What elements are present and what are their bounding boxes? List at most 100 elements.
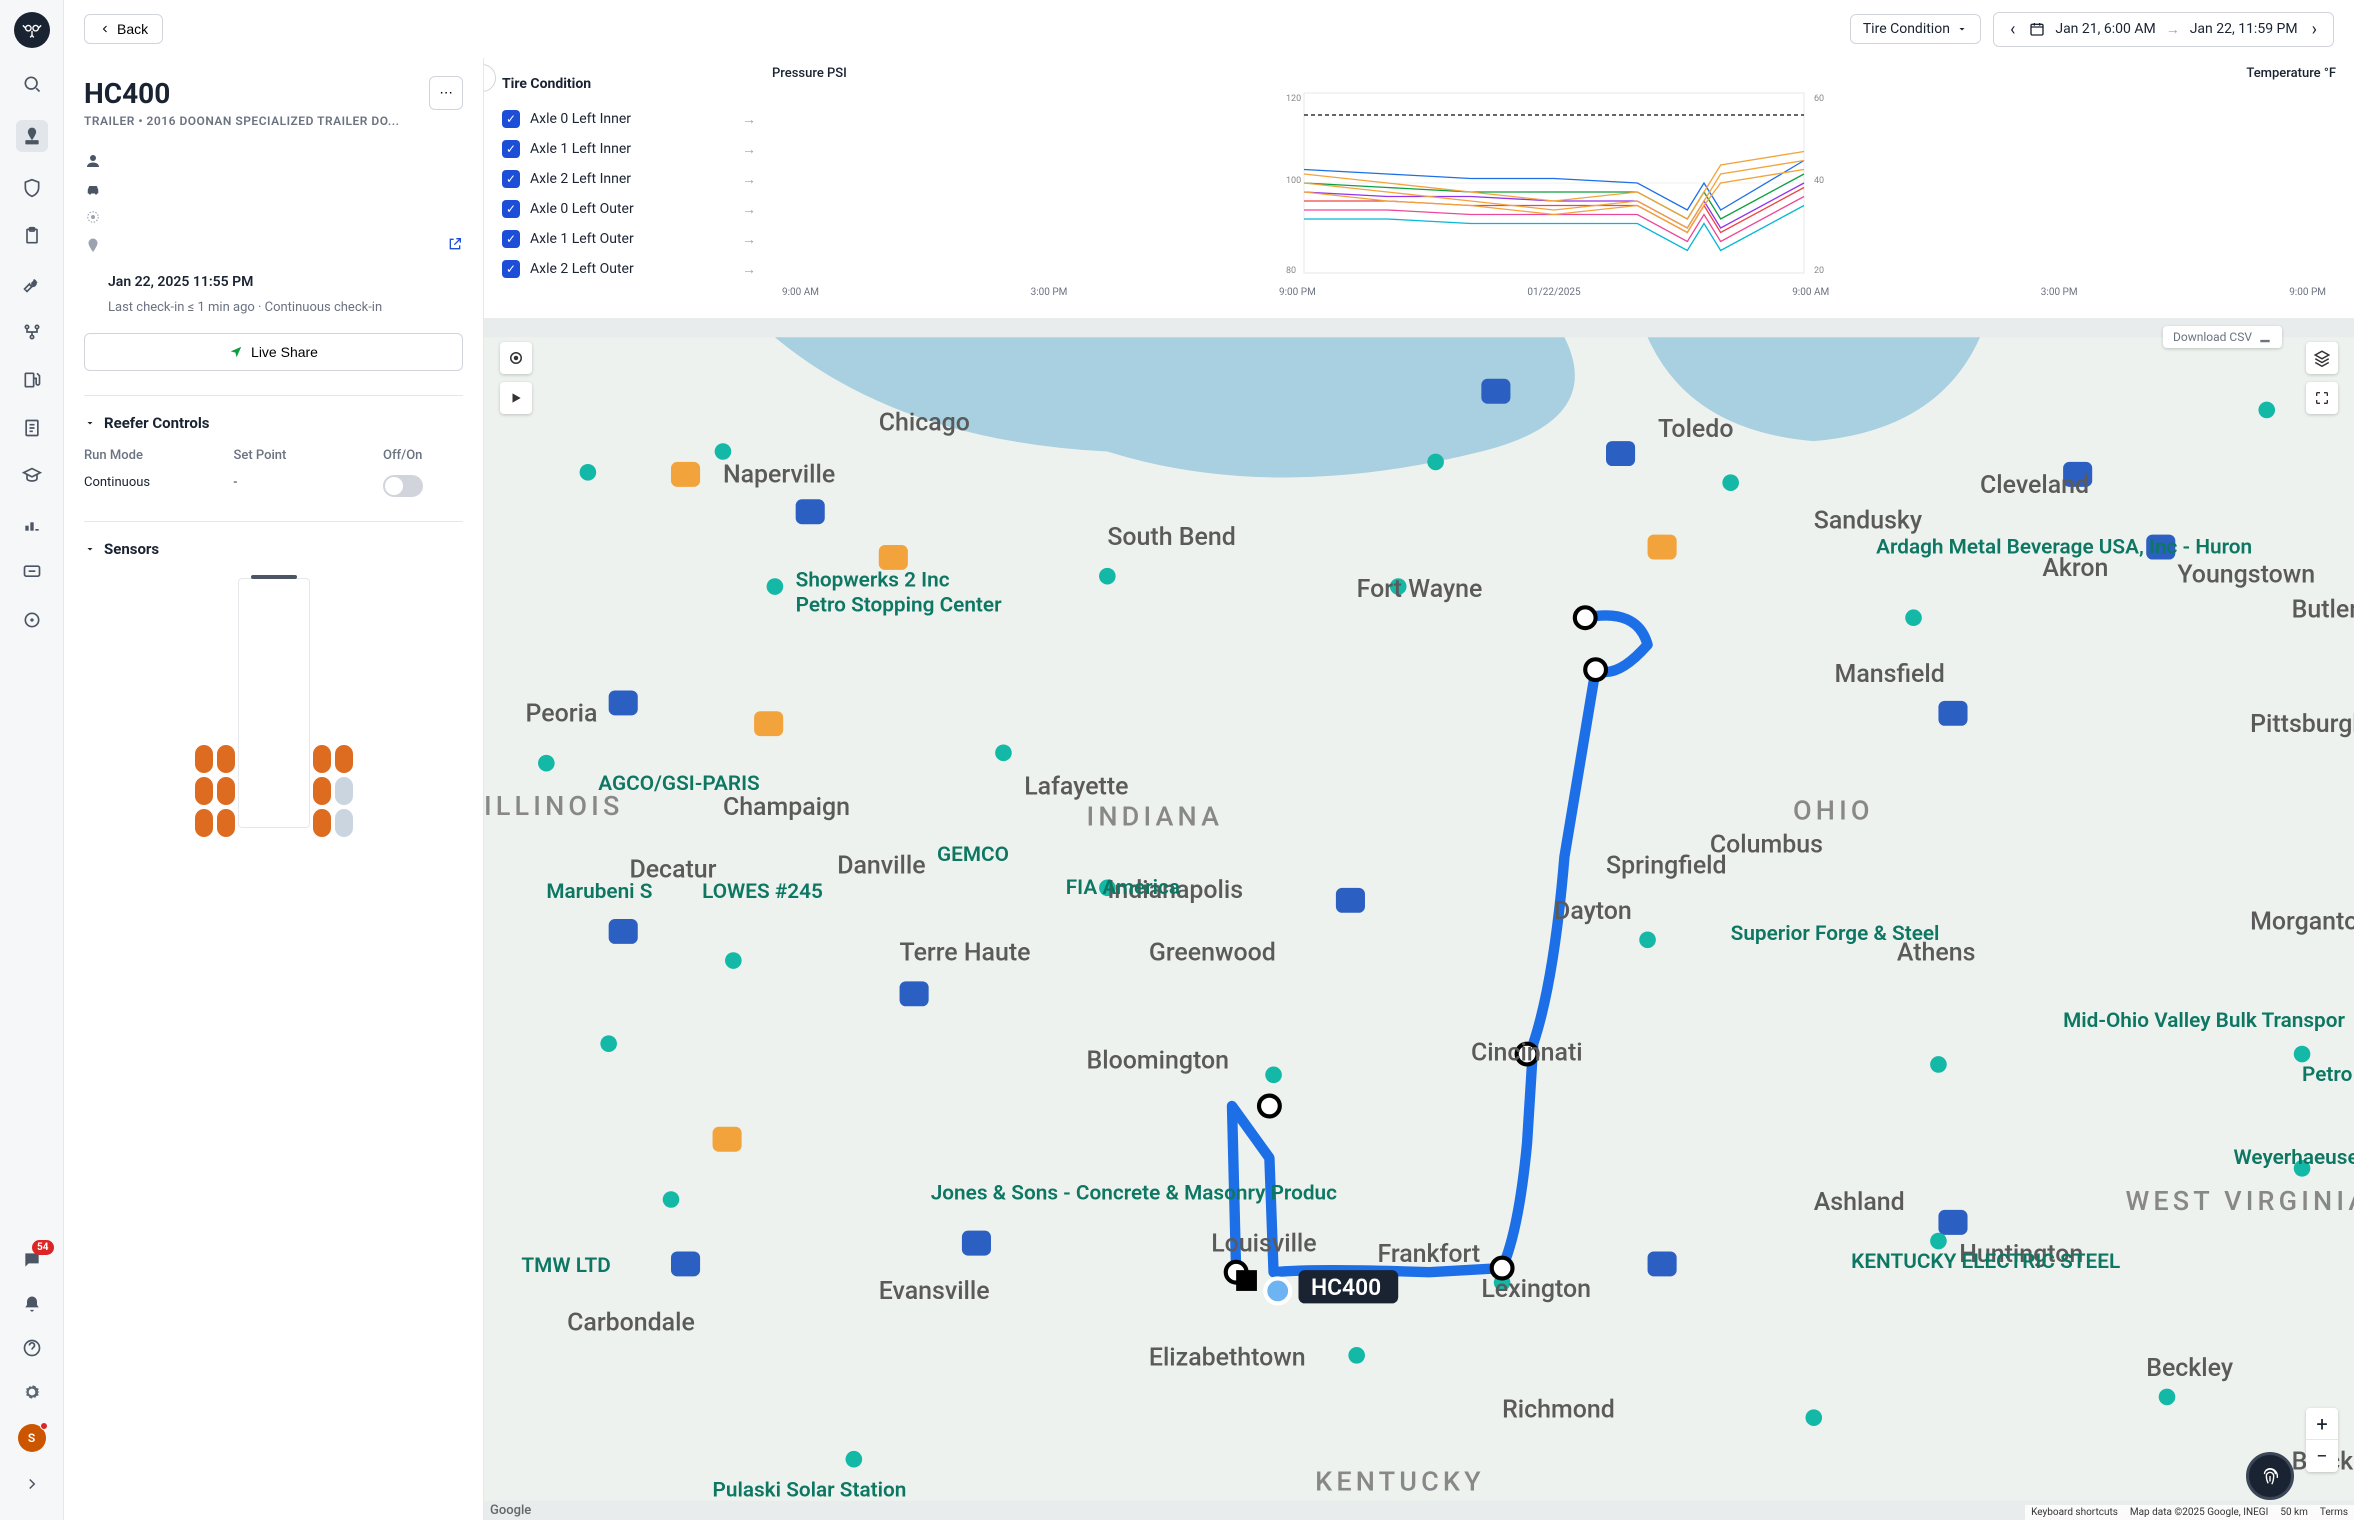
- svg-text:60: 60: [1814, 94, 1824, 104]
- map-shortcuts-link[interactable]: Keyboard shortcuts: [2031, 1507, 2118, 1518]
- sensors-section-header[interactable]: Sensors: [84, 540, 463, 558]
- checkbox-icon[interactable]: ✓: [502, 260, 520, 278]
- chevron-right-icon[interactable]: →: [742, 171, 756, 188]
- checkbox-icon[interactable]: ✓: [502, 110, 520, 128]
- location-row: [84, 236, 463, 256]
- map-layers-button[interactable]: [2306, 342, 2338, 374]
- svg-text:WEST VIRGINIA: WEST VIRGINIA: [2125, 1185, 2354, 1217]
- svg-text:Champaign: Champaign: [723, 793, 850, 822]
- svg-text:GEMCO: GEMCO: [937, 843, 1009, 867]
- map[interactable]: Download CSV + −: [484, 318, 2354, 1520]
- route-icon[interactable]: [20, 320, 44, 344]
- collapse-panel-button[interactable]: ‹: [484, 64, 496, 92]
- map-fingerprint-button[interactable]: [2246, 1452, 2294, 1500]
- svg-text:80: 80: [1286, 266, 1296, 276]
- svg-text:Toledo: Toledo: [1658, 415, 1734, 444]
- svg-text:Dayton: Dayton: [1554, 897, 1632, 926]
- google-logo: Google: [490, 1503, 531, 1518]
- svg-text:Bloomington: Bloomington: [1087, 1047, 1229, 1076]
- date-next-button[interactable]: ›: [2308, 19, 2321, 40]
- chevron-right-icon[interactable]: →: [742, 141, 756, 158]
- checkbox-icon[interactable]: ✓: [502, 140, 520, 158]
- svg-text:Youngstown: Youngstown: [2177, 560, 2315, 589]
- tire-item-label: Axle 0 Left Inner: [530, 111, 631, 127]
- reefer-section-header[interactable]: Reefer Controls: [84, 414, 463, 432]
- svg-text:Frankfort: Frankfort: [1377, 1240, 1480, 1269]
- user-avatar[interactable]: S: [18, 1424, 46, 1452]
- svg-text:AGCO/GSI-PARIS: AGCO/GSI-PARIS: [598, 772, 759, 796]
- overlay-dropdown[interactable]: Tire Condition: [1850, 14, 1981, 44]
- gps-row: [84, 208, 463, 226]
- clipboard-icon[interactable]: [20, 224, 44, 248]
- target-icon[interactable]: [20, 608, 44, 632]
- map-fullscreen-button[interactable]: [2306, 382, 2338, 414]
- checkbox-icon[interactable]: ✓: [502, 200, 520, 218]
- svg-text:Beckley: Beckley: [2146, 1354, 2234, 1383]
- open-external-icon[interactable]: [447, 236, 463, 256]
- help-icon[interactable]: [20, 1336, 44, 1360]
- svg-text:Petro Stopping Center: Petro Stopping Center: [796, 593, 1002, 617]
- tire-item-label: Axle 1 Left Inner: [530, 141, 631, 157]
- chart-svg[interactable]: 120 100 80 60 40 20: [772, 83, 2336, 283]
- map-nav-icon[interactable]: [16, 120, 48, 152]
- map-zoom-out-button[interactable]: −: [2306, 1440, 2338, 1472]
- reefer-offon-label: Off/On: [383, 448, 463, 463]
- asset-detail-panel: HC400 ⋯ TRAILER • 2016 DOONAN SPECIALIZE…: [64, 58, 484, 1520]
- svg-text:Sandusky: Sandusky: [1814, 506, 1923, 535]
- map-play-button[interactable]: [500, 382, 532, 414]
- chevron-right-icon[interactable]: →: [742, 231, 756, 248]
- chevron-right-icon[interactable]: →: [742, 261, 756, 278]
- reefer-toggle[interactable]: [383, 475, 423, 497]
- tire-item[interactable]: ✓Axle 2 Left Inner→: [502, 164, 756, 194]
- gear-icon[interactable]: [20, 1380, 44, 1404]
- download-csv-button[interactable]: Download CSV: [2163, 326, 2282, 348]
- map-zoom-in-button[interactable]: +: [2306, 1408, 2338, 1440]
- svg-text:Elizabethtown: Elizabethtown: [1149, 1344, 1306, 1373]
- svg-text:Carbondale: Carbondale: [567, 1308, 695, 1337]
- tire-item[interactable]: ✓Axle 1 Left Outer→: [502, 224, 756, 254]
- svg-text:Columbus: Columbus: [1710, 831, 1823, 860]
- svg-text:Marubeni S: Marubeni S: [546, 880, 652, 904]
- training-icon[interactable]: [20, 464, 44, 488]
- tire-item[interactable]: ✓ Axle 0 Left Inner →: [502, 104, 756, 134]
- svg-text:TMW LTD: TMW LTD: [521, 1254, 610, 1278]
- search-icon[interactable]: [20, 72, 44, 96]
- more-menu-button[interactable]: ⋯: [429, 76, 463, 110]
- shield-icon[interactable]: [20, 176, 44, 200]
- tire-item[interactable]: ✓ Axle 1 Left Inner →: [502, 134, 756, 164]
- svg-text:Pulaski Solar Station: Pulaski Solar Station: [713, 1479, 907, 1503]
- fuel-icon[interactable]: [20, 368, 44, 392]
- message-icon[interactable]: [20, 560, 44, 584]
- asset-title: HC400: [84, 77, 170, 110]
- chevron-right-icon[interactable]: →: [742, 201, 756, 218]
- map-recenter-button[interactable]: [500, 342, 532, 374]
- tire-item[interactable]: ✓Axle 2 Left Outer→: [502, 254, 756, 284]
- checkbox-icon[interactable]: ✓: [502, 170, 520, 188]
- chevron-right-icon[interactable]: →: [742, 111, 756, 128]
- chat-icon[interactable]: 54: [20, 1248, 44, 1272]
- wrench-icon[interactable]: [20, 272, 44, 296]
- vehicle-row: [84, 180, 463, 198]
- bell-icon[interactable]: [20, 1292, 44, 1316]
- date-end: Jan 22, 11:59 PM: [2190, 21, 2298, 37]
- svg-text:Petro: Petro: [2302, 1063, 2353, 1087]
- reports-icon[interactable]: [20, 512, 44, 536]
- svg-text:Evansville: Evansville: [879, 1277, 990, 1306]
- live-share-button[interactable]: Live Share: [84, 333, 463, 371]
- svg-text:20: 20: [1814, 266, 1824, 276]
- app-logo[interactable]: [14, 12, 50, 48]
- tire-panel-title: Tire Condition: [502, 76, 756, 92]
- checkbox-icon[interactable]: ✓: [502, 230, 520, 248]
- tire-item[interactable]: ✓Axle 0 Left Outer→: [502, 194, 756, 224]
- date-range-picker[interactable]: ‹ Jan 21, 6:00 AM → Jan 22, 11:59 PM ›: [1993, 12, 2334, 47]
- document-icon[interactable]: [20, 416, 44, 440]
- back-button[interactable]: Back: [84, 14, 163, 44]
- svg-text:Richmond: Richmond: [1502, 1396, 1615, 1425]
- svg-text:KENTUCKY ELECTRIC STEEL: KENTUCKY ELECTRIC STEEL: [1851, 1250, 2120, 1274]
- map-terms-link[interactable]: Terms: [2320, 1507, 2348, 1518]
- svg-text:South Bend: South Bend: [1107, 523, 1235, 552]
- date-prev-button[interactable]: ‹: [2006, 19, 2019, 40]
- expand-icon[interactable]: [20, 1472, 44, 1496]
- svg-text:Pittsburgh: Pittsburgh: [2250, 710, 2354, 739]
- map-attribution: Keyboard shortcuts Map data ©2025 Google…: [2025, 1505, 2354, 1520]
